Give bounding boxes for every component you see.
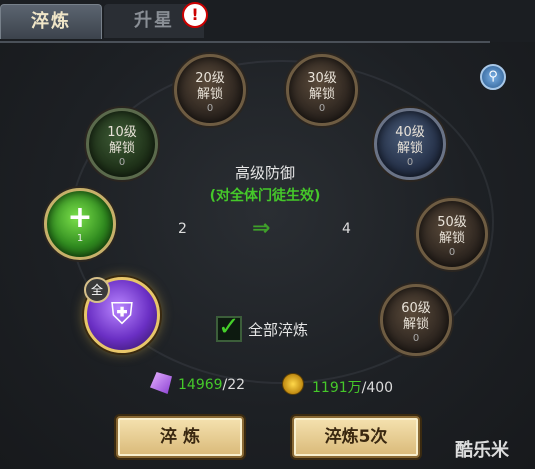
coin-have: 1191万 — [312, 380, 362, 396]
node-count: 0 — [448, 247, 456, 258]
node-level-40[interactable]: 40级 解锁 0 — [374, 108, 446, 180]
gem-have: 14969 — [178, 377, 223, 393]
node-count: 0 — [412, 333, 420, 344]
tab-refine[interactable]: 淬炼 — [0, 4, 102, 39]
node-level-label: 40级 — [395, 125, 425, 140]
gem-cost: 14969/22 — [178, 377, 245, 393]
node-status-label: 解锁 — [308, 87, 335, 102]
node-count: 1 — [76, 233, 84, 244]
coin-cost: 1191万/400 — [312, 377, 393, 397]
attribute-scope: (对全体门徒生效) — [209, 188, 321, 204]
node-status-label: 解锁 — [196, 87, 223, 102]
current-value: 2 — [178, 221, 187, 237]
node-level-20[interactable]: 20级 解锁 0 — [174, 54, 246, 126]
coin-need: /400 — [361, 380, 394, 396]
node-level-50[interactable]: 50级 解锁 0 — [416, 198, 488, 270]
node-count: 0 — [118, 157, 126, 168]
arrow-right-icon: ⇒ — [252, 216, 271, 241]
refine-5x-button[interactable]: 淬炼5次 — [292, 416, 420, 458]
all-refine-label: 全部淬炼 — [248, 321, 309, 339]
node-level-label: 20级 — [195, 71, 225, 86]
node-heal[interactable]: + 1 — [44, 188, 116, 260]
node-level-label: 10级 — [107, 125, 137, 140]
coin-icon — [282, 373, 304, 395]
node-status-label: 解锁 — [402, 317, 429, 332]
node-level-30[interactable]: 30级 解锁 0 — [286, 54, 358, 126]
node-count: 0 — [206, 103, 214, 114]
node-status-label: 解锁 — [108, 141, 135, 156]
magnifier-icon[interactable]: ⚲ — [480, 64, 506, 90]
node-count: 0 — [318, 103, 326, 114]
alert-icon: ! — [182, 2, 208, 28]
watermark-logo: 酷乐米 — [455, 440, 509, 461]
shield-icon: ⛨ — [110, 297, 134, 332]
node-status-label: 解锁 — [438, 231, 465, 246]
node-level-label: 50级 — [437, 215, 467, 230]
node-level-label: 60级 — [401, 301, 431, 316]
node-count: 0 — [406, 157, 414, 168]
next-value: 4 — [342, 221, 351, 237]
gem-need: /22 — [222, 377, 246, 393]
attribute-title: 高级防御 — [234, 164, 295, 182]
node-level-10[interactable]: 10级 解锁 0 — [86, 108, 158, 180]
node-level-label: 30级 — [307, 71, 337, 86]
node-level-60[interactable]: 60级 解锁 0 — [380, 284, 452, 356]
tab-bar: 淬炼 升星 ! — [0, 0, 535, 42]
gem-icon — [150, 372, 172, 394]
all-badge: 全 — [84, 277, 110, 303]
plus-icon: + — [67, 200, 93, 235]
game-panel: 淬炼 升星 ! ⚲ 20级 解锁 0 30级 解锁 0 10级 解锁 0 40级… — [0, 0, 535, 469]
node-status-label: 解锁 — [396, 141, 423, 156]
tab-divider — [0, 41, 490, 43]
refine-button[interactable]: 淬 炼 — [116, 416, 244, 458]
all-refine-checkbox[interactable]: ✓ — [216, 312, 242, 342]
checkmark-icon: ✓ — [218, 312, 240, 342]
